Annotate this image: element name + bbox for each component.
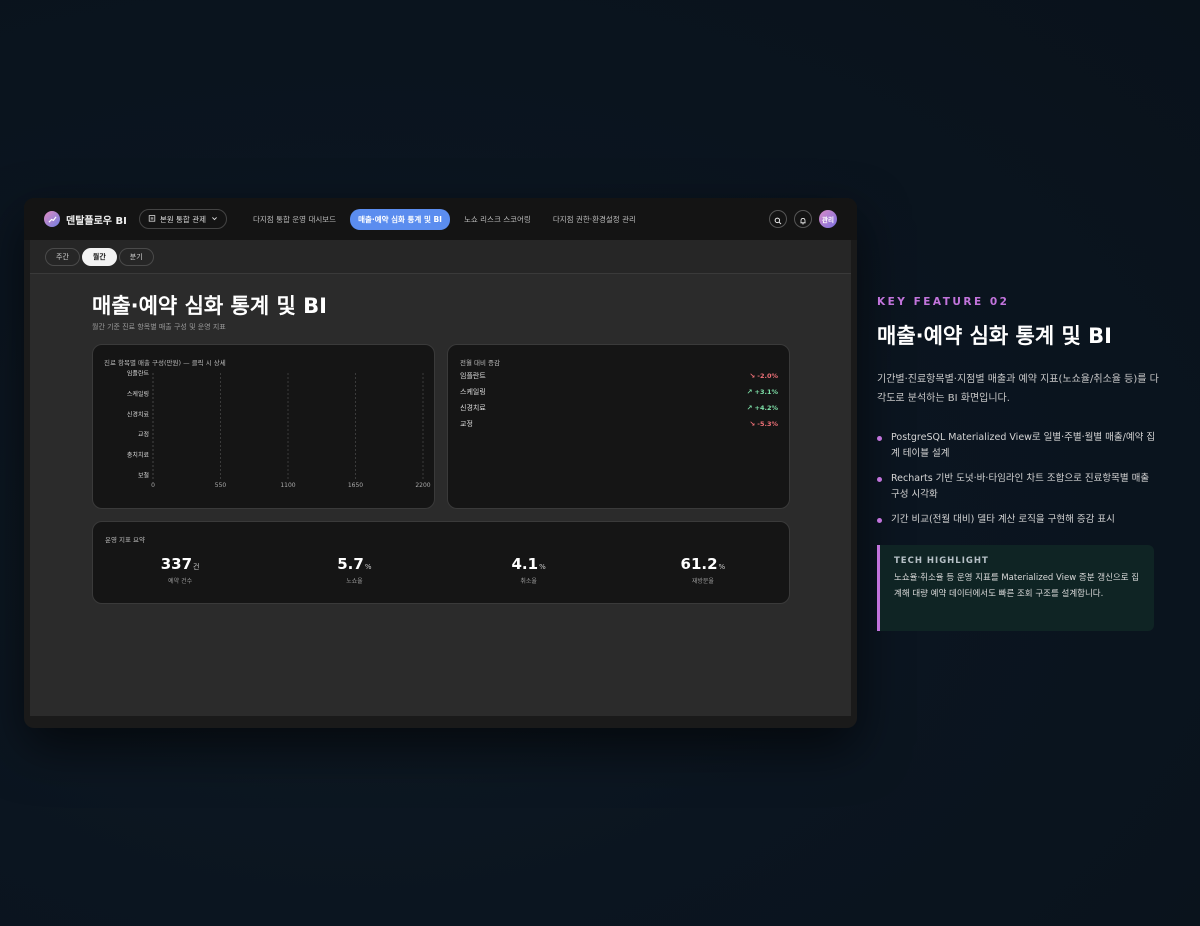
nav-item-revenue-bi[interactable]: 매출·예약 심화 통계 및 BI — [350, 208, 450, 230]
stat-noshow-rate: 5.7% 노쇼율 — [267, 554, 441, 585]
ops-card-title: 운영 지표 요약 — [105, 536, 146, 544]
month-over-month-card: 전월 대비 증감 임플란트 ↘ -2.0% 스케일링 ↗ +3.1% 신경치료 ↗ +… — [447, 344, 790, 509]
stat-label: 예약 건수 — [168, 578, 193, 585]
app-content-area: 주간 월간 분기 매출·예약 심화 통계 및 BI 월간 기준 진료 항목별 매… — [30, 240, 851, 716]
feature-bullet: Recharts 기반 도넛·바·타임라인 차트 조합으로 진료항목별 매출 구… — [877, 471, 1157, 503]
tech-highlight-box: TECH HIGHLIGHT 노쇼율·취소율 등 운영 지표를 Material… — [877, 545, 1154, 631]
delta-row: 스케일링 ↗ +3.1% — [460, 384, 778, 400]
top-navigation-bar: 덴탈플로우 BI 본원 통합 관제 다지점 통합 운영 대시보드 매출·예약 심… — [24, 198, 857, 240]
tech-highlight-text: 노쇼율·취소율 등 운영 지표를 Materialized View 증분 갱신… — [894, 573, 1140, 599]
branch-selector-label: 본원 통합 관제 — [159, 214, 206, 224]
delta-row-name: 교정 — [460, 420, 473, 428]
delta-row: 임플란트 ↘ -2.0% — [460, 368, 778, 384]
stat-value: 337 — [160, 555, 193, 573]
nav-item-operations-dashboard[interactable]: 다지점 통합 운영 대시보드 — [245, 209, 344, 230]
page-title: 매출·예약 심화 통계 및 BI — [92, 294, 327, 318]
stat-unit: % — [539, 563, 546, 571]
x-tick-label: 550 — [215, 482, 227, 489]
delta-row-name: 스케일링 — [460, 388, 486, 396]
notification-button[interactable] — [794, 210, 812, 228]
tab-monthly[interactable]: 월간 — [81, 247, 117, 266]
trend-down-icon: ↘ — [749, 372, 756, 380]
tech-highlight-title: TECH HIGHLIGHT — [894, 556, 989, 566]
feature-title: 매출·예약 심화 통계 및 BI — [877, 324, 1112, 348]
revenue-composition-card[interactable]: 진료 항목별 매출 구성(만원) — 클릭 시 상세 0 550 1100 1650 2… — [92, 344, 435, 509]
feature-description-panel: KEY FEATURE 02 매출·예약 심화 통계 및 BI 기간별·진료항목… — [877, 296, 1167, 537]
y-category-label: 신경치료 — [127, 410, 150, 418]
top-right-actions: 관리 — [762, 210, 837, 228]
stat-value: 61.2 — [680, 555, 718, 573]
nav-item-noshow-risk[interactable]: 노쇼 리스크 스코어링 — [456, 209, 539, 230]
trend-up-icon: ↗ — [746, 404, 753, 412]
delta-row-value: ↘ -2.0% — [749, 372, 778, 380]
brand-name: 덴탈플로우 BI — [66, 215, 127, 227]
stat-revisit-rate: 61.2% 재방문율 — [616, 554, 790, 585]
delta-value-text: +4.2% — [754, 404, 778, 412]
tab-weekly[interactable]: 주간 — [45, 247, 80, 266]
y-category-label: 충치치료 — [127, 451, 150, 459]
search-button[interactable] — [769, 210, 787, 228]
revenue-bar-chart[interactable]: 0 550 1100 1650 2200 임플란트스케일링신경치료교정충치치료보철 — [93, 345, 436, 510]
stat-unit: 건 — [193, 563, 200, 571]
bell-icon — [799, 210, 807, 229]
x-tick-label: 0 — [151, 482, 155, 489]
delta-value-text: -5.3% — [757, 420, 778, 428]
app-mockup-window: 덴탈플로우 BI 본원 통합 관제 다지점 통합 운영 대시보드 매출·예약 심… — [24, 198, 857, 728]
chevron-down-icon — [211, 215, 218, 224]
feature-bullets: PostgreSQL Materialized View로 일별·주별·월별 매… — [877, 430, 1167, 528]
feature-description: 기간별·진료항목별·지점별 매출과 예약 지표(노쇼율/취소율 등)를 다각도로… — [877, 374, 1159, 404]
delta-row-value: ↗ +3.1% — [747, 388, 778, 396]
building-icon — [148, 214, 156, 224]
delta-value-text: +3.1% — [754, 388, 778, 396]
y-category-label: 교정 — [138, 432, 149, 439]
feature-bullet: PostgreSQL Materialized View로 일별·주별·월별 매… — [877, 430, 1157, 462]
feature-kicker: KEY FEATURE 02 — [877, 296, 1010, 308]
trend-down-icon: ↘ — [749, 420, 756, 428]
delta-row-name: 신경치료 — [460, 404, 486, 412]
stat-reservations: 337건 예약 건수 — [93, 554, 267, 585]
stat-unit: % — [364, 563, 372, 571]
delta-row: 신경치료 ↗ +4.2% — [460, 400, 778, 416]
delta-row-name: 임플란트 — [460, 372, 486, 380]
y-category-label: 스케일링 — [127, 390, 149, 398]
trend-up-icon: ↗ — [746, 388, 753, 396]
delta-row-value: ↘ -5.3% — [749, 420, 778, 428]
tab-quarterly[interactable]: 분기 — [118, 247, 154, 266]
x-tick-label: 2200 — [415, 482, 430, 489]
stat-unit: % — [718, 563, 726, 571]
y-category-label: 임플란트 — [127, 370, 150, 378]
x-tick-label: 1650 — [348, 482, 363, 489]
delta-row: 교정 ↘ -5.3% — [460, 416, 778, 432]
branch-selector[interactable]: 본원 통합 관제 — [138, 209, 227, 229]
user-avatar[interactable]: 관리 — [819, 210, 837, 228]
delta-card-title: 전월 대비 증감 — [460, 359, 501, 367]
nav-item-permissions-settings[interactable]: 다지점 권한·환경설정 관리 — [545, 209, 644, 230]
stat-label: 재방문율 — [691, 578, 714, 585]
operations-summary-card: 운영 지표 요약 337건 예약 건수 5.7% 노쇼율 4.1% 취소율 61… — [92, 521, 790, 604]
feature-bullet: 기간 비교(전월 대비) 델타 계산 로직을 구현해 증감 표시 — [877, 512, 1157, 528]
x-tick-label: 1100 — [280, 482, 295, 489]
page-subtitle: 월간 기준 진료 항목별 매출 구성 및 운영 지표 — [92, 323, 226, 331]
stat-label: 취소율 — [520, 578, 537, 585]
stat-value: 5.7 — [337, 555, 364, 573]
stat-cancel-rate: 4.1% 취소율 — [442, 554, 616, 585]
logo-chart-icon — [44, 211, 60, 227]
period-tabs: 주간 월간 분기 — [30, 240, 851, 274]
stat-value: 4.1 — [511, 555, 539, 573]
ops-stats-row: 337건 예약 건수 5.7% 노쇼율 4.1% 취소율 61.2% 재방문율 — [93, 554, 790, 585]
stat-label: 노쇼율 — [346, 578, 363, 585]
main-nav: 다지점 통합 운영 대시보드 매출·예약 심화 통계 및 BI 노쇼 리스크 스… — [245, 208, 650, 230]
y-category-label: 보철 — [138, 472, 149, 480]
delta-value-text: -2.0% — [757, 372, 778, 380]
search-icon — [774, 210, 782, 229]
delta-row-value: ↗ +4.2% — [747, 404, 778, 412]
